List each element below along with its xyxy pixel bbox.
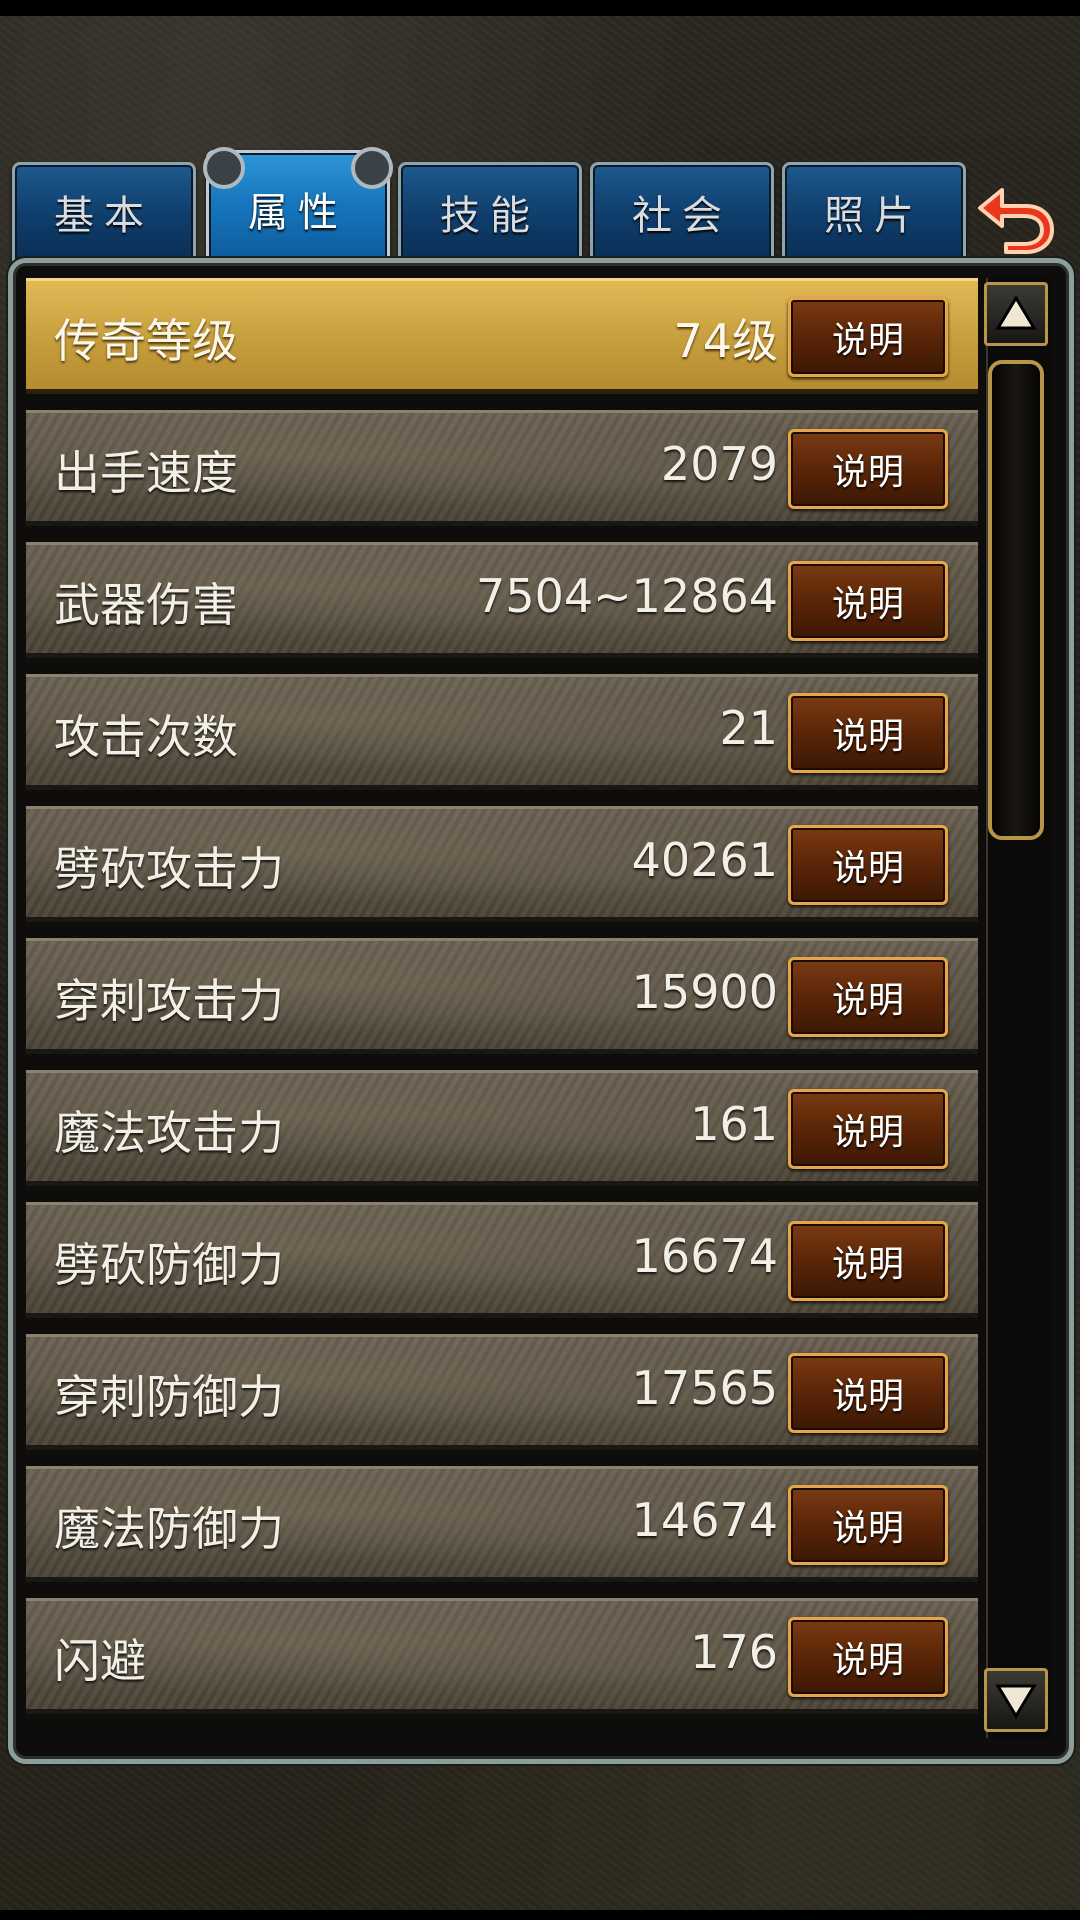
attribute-label: 出手速度 <box>54 446 238 500</box>
attribute-value: 14674 <box>631 1493 778 1547</box>
attribute-row[interactable]: 传奇等级 74级 说明 <box>26 278 978 394</box>
attribute-label: 穿刺防御力 <box>54 1370 284 1424</box>
scroll-down-arrow-icon <box>995 1684 1037 1719</box>
attribute-label: 劈砍攻击力 <box>54 842 284 896</box>
info-button[interactable]: 说明 <box>788 957 948 1037</box>
scroll-up-button[interactable] <box>984 282 1048 346</box>
attribute-label: 魔法攻击力 <box>54 1106 284 1160</box>
attribute-row[interactable]: 魔法攻击力 161 说明 <box>26 1070 978 1186</box>
info-button[interactable]: 说明 <box>788 429 948 509</box>
tab-photo[interactable]: 照片 <box>782 162 966 262</box>
attribute-value: 17565 <box>631 1361 778 1415</box>
info-button[interactable]: 说明 <box>788 1353 948 1433</box>
scroll-down-button[interactable] <box>984 1668 1048 1732</box>
info-button[interactable]: 说明 <box>788 1617 948 1697</box>
tab-skills[interactable]: 技能 <box>398 162 582 262</box>
attribute-row[interactable]: 穿刺防御力 17565 说明 <box>26 1334 978 1450</box>
attribute-row[interactable]: 出手速度 2079 说明 <box>26 410 978 526</box>
info-button[interactable]: 说明 <box>788 1485 948 1565</box>
scrollbar-thumb[interactable] <box>988 360 1044 840</box>
attribute-row[interactable]: 攻击次数 21 说明 <box>26 674 978 790</box>
info-button[interactable]: 说明 <box>788 1221 948 1301</box>
attribute-label: 传奇等级 <box>54 314 238 368</box>
info-button[interactable]: 说明 <box>788 297 948 377</box>
attribute-list: 传奇等级 74级 说明 出手速度 2079 说明 武器伤害 7504~12864 说明 攻击次数 2… <box>20 278 982 1718</box>
attribute-row[interactable]: 闪避 176 说明 <box>26 1598 978 1714</box>
info-button[interactable]: 说明 <box>788 693 948 773</box>
attribute-value: 74级 <box>673 314 778 368</box>
undo-arrow-icon <box>978 188 1054 254</box>
attribute-value: 16674 <box>631 1229 778 1283</box>
scroll-up-arrow-icon <box>995 295 1037 330</box>
attribute-row[interactable]: 劈砍防御力 16674 说明 <box>26 1202 978 1318</box>
attribute-row[interactable]: 劈砍攻击力 40261 说明 <box>26 806 978 922</box>
tab-basic[interactable]: 基本 <box>12 162 196 262</box>
attribute-label: 魔法防御力 <box>54 1502 284 1556</box>
attribute-value: 7504~12864 <box>476 569 778 623</box>
attribute-label: 劈砍防御力 <box>54 1238 284 1292</box>
attribute-label: 攻击次数 <box>54 710 238 764</box>
attribute-value: 2079 <box>660 437 778 491</box>
info-button[interactable]: 说明 <box>788 561 948 641</box>
attribute-value: 161 <box>690 1097 778 1151</box>
attribute-label: 穿刺攻击力 <box>54 974 284 1028</box>
back-button[interactable] <box>972 176 1058 256</box>
tab-attributes[interactable]: 属性 <box>203 147 393 268</box>
info-button[interactable]: 说明 <box>788 1089 948 1169</box>
bottom-edge <box>0 1910 1080 1920</box>
attribute-row[interactable]: 魔法防御力 14674 说明 <box>26 1466 978 1582</box>
attribute-value: 15900 <box>631 965 778 1019</box>
attribute-row[interactable]: 武器伤害 7504~12864 说明 <box>26 542 978 658</box>
top-status-strip <box>0 0 1080 16</box>
attribute-label: 闪避 <box>54 1634 146 1688</box>
attribute-value: 21 <box>719 701 778 755</box>
attribute-row[interactable]: 穿刺攻击力 15900 说明 <box>26 938 978 1054</box>
tab-social[interactable]: 社会 <box>590 162 774 262</box>
attribute-label: 武器伤害 <box>54 578 238 632</box>
attribute-value: 176 <box>690 1625 778 1679</box>
info-button[interactable]: 说明 <box>788 825 948 905</box>
attribute-value: 40261 <box>631 833 778 887</box>
